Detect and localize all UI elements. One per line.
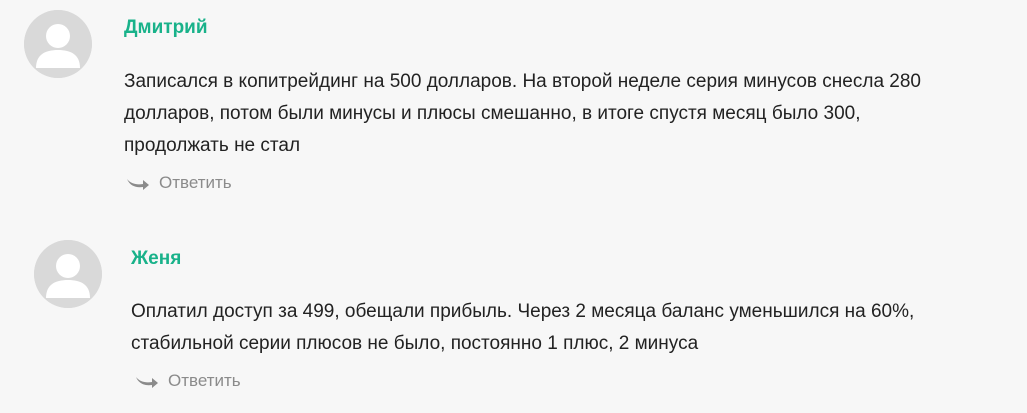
reply-arrow-icon xyxy=(134,373,160,389)
user-avatar-icon xyxy=(34,240,102,308)
reply-label: Ответить xyxy=(159,173,232,192)
reply-button[interactable]: Ответить xyxy=(134,371,241,391)
comment-text-line: стабильной серии плюсов не было, постоян… xyxy=(131,333,699,354)
user-avatar-icon xyxy=(24,10,92,78)
reply-label: Ответить xyxy=(168,371,241,390)
reply-arrow-icon xyxy=(125,175,151,191)
reply-button[interactable]: Ответить xyxy=(125,173,232,193)
comment-text-line: продолжать не стал xyxy=(124,135,301,156)
comment-text-line: Записался в копитрейдинг на 500 долларов… xyxy=(124,71,921,92)
comment-text-line: Оплатил доступ за 499, обещали прибыль. … xyxy=(131,301,915,322)
comment-author: Женя xyxy=(131,248,182,269)
comment-text: Записался в копитрейдинг на 500 долларов… xyxy=(124,66,921,162)
comment-text-line: долларов, потом были минусы и плюсы смеш… xyxy=(124,103,861,124)
comment-text: Оплатил доступ за 499, обещали прибыль. … xyxy=(131,296,914,360)
comment-author: Дмитрий xyxy=(124,17,208,38)
